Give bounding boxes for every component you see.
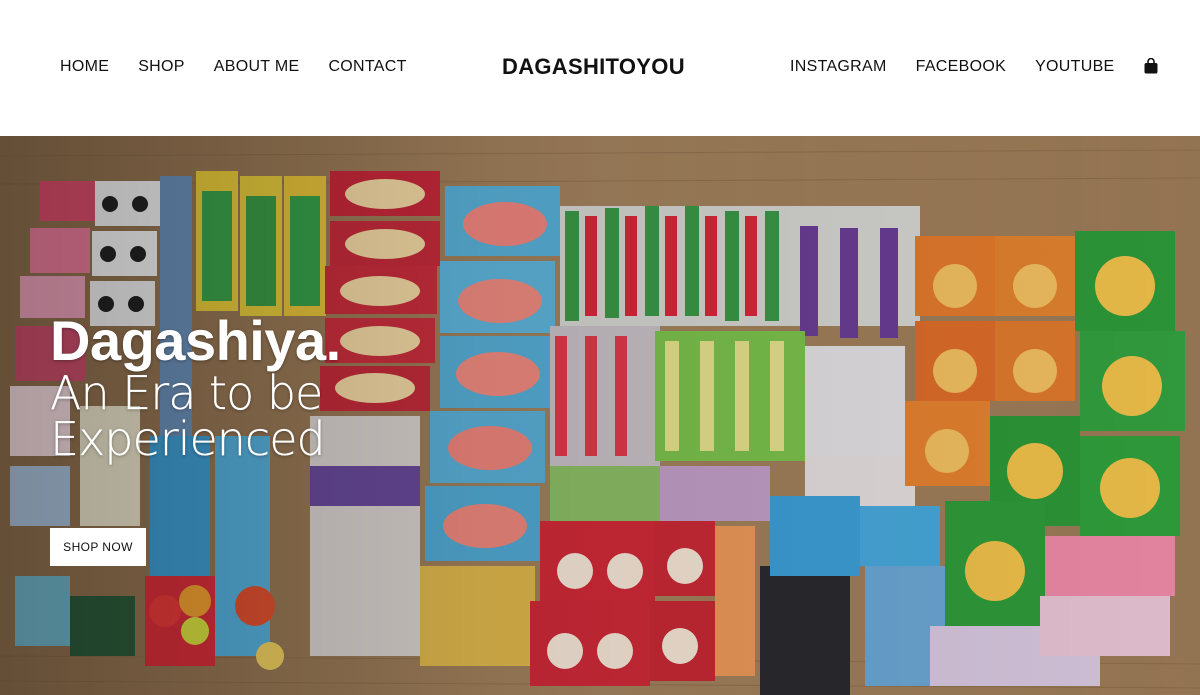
nav-youtube-link[interactable]: YOUTUBE	[1035, 58, 1114, 76]
site-header: HOME SHOP ABOUT ME CONTACT DAGASHITOYOU …	[0, 0, 1200, 136]
hero-banner: Dagashiya. An Era to be Experienced SHOP…	[0, 136, 1200, 695]
nav-instagram-link[interactable]: INSTAGRAM	[790, 58, 887, 76]
primary-nav: HOME SHOP ABOUT ME CONTACT	[60, 58, 436, 76]
shop-now-button[interactable]: SHOP NOW	[50, 528, 146, 566]
shopping-bag-icon[interactable]	[1144, 57, 1158, 74]
hero-subtitle-line-1: An Era to be	[50, 366, 324, 420]
nav-facebook-link[interactable]: FACEBOOK	[916, 58, 1006, 76]
nav-about-link[interactable]: ABOUT ME	[214, 58, 300, 76]
site-logo-text[interactable]: DAGASHITOYOU	[502, 55, 692, 79]
hero-text-block: Dagashiya. An Era to be Experienced	[50, 309, 380, 463]
hero-subtitle: An Era to be Experienced	[50, 370, 380, 462]
hero-title: Dagashiya.	[50, 309, 341, 372]
nav-home-link[interactable]: HOME	[60, 58, 109, 76]
hero-subtitle-line-2: Experienced	[50, 412, 326, 466]
nav-contact-link[interactable]: CONTACT	[328, 58, 406, 76]
social-nav: INSTAGRAM FACEBOOK YOUTUBE	[790, 57, 1158, 76]
nav-shop-link[interactable]: SHOP	[138, 58, 185, 76]
